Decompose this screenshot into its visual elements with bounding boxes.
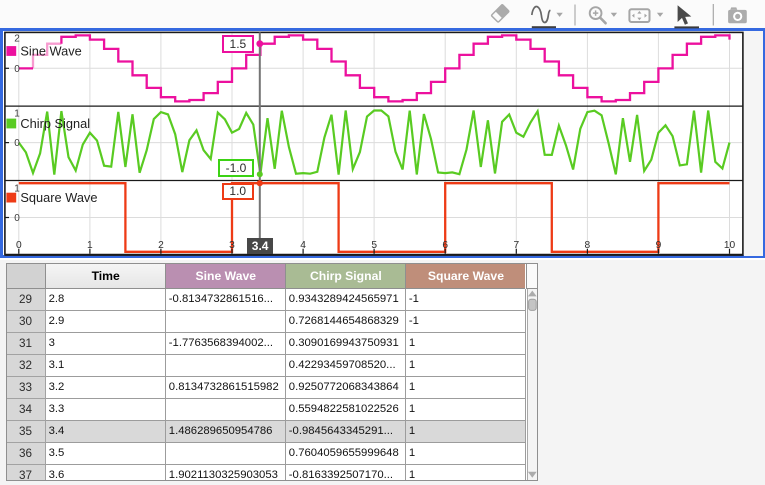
- svg-text:3: 3: [229, 240, 235, 251]
- svg-text:Square Wave: Square Wave: [20, 190, 97, 205]
- svg-text:1: 1: [14, 108, 20, 119]
- svg-text:4: 4: [300, 240, 306, 251]
- svg-text:9: 9: [656, 240, 662, 251]
- svg-text:0: 0: [14, 64, 20, 75]
- svg-text:Chirp Signal: Chirp Signal: [20, 116, 90, 131]
- svg-text:0: 0: [16, 240, 22, 251]
- svg-text:1: 1: [87, 240, 93, 251]
- svg-text:8: 8: [585, 240, 591, 251]
- svg-text:2: 2: [158, 240, 164, 251]
- svg-text:Sine Wave: Sine Wave: [20, 44, 81, 59]
- svg-text:2: 2: [14, 34, 20, 45]
- svg-text:5: 5: [371, 240, 377, 251]
- svg-text:10: 10: [724, 240, 736, 251]
- svg-text:6: 6: [442, 240, 448, 251]
- svg-text:0: 0: [14, 213, 20, 224]
- svg-text:0: 0: [14, 138, 20, 149]
- svg-text:7: 7: [513, 240, 519, 251]
